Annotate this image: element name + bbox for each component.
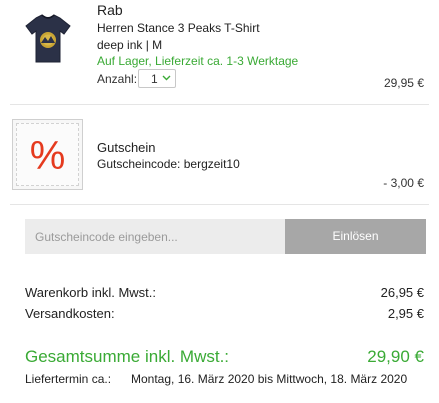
- shipping-value: 2,95 €: [387, 306, 424, 321]
- divider: [10, 204, 429, 205]
- cart-total-value: 26,95 €: [380, 285, 424, 300]
- voucher-title: Gutschein: [97, 140, 156, 155]
- coupon-input[interactable]: [25, 219, 285, 254]
- chevron-down-icon: [162, 75, 171, 81]
- shipping-label: Versandkosten:: [25, 306, 115, 321]
- voucher-code: Gutscheincode: bergzeit10: [97, 157, 240, 171]
- product-name[interactable]: Herren Stance 3 Peaks T-Shirt: [97, 21, 260, 35]
- quantity-value: 1: [151, 72, 158, 86]
- voucher-image: %: [12, 119, 83, 190]
- product-price: 29,95 €: [383, 76, 424, 90]
- voucher-amount: - 3,00 €: [383, 176, 424, 190]
- tshirt-icon: [25, 14, 71, 63]
- grand-total-value: 29,90 €: [367, 347, 424, 366]
- product-image[interactable]: [22, 10, 74, 70]
- delivery-date-label: Liefertermin ca.:: [25, 372, 112, 386]
- cart-total-label: Warenkorb inkl. Mwst.:: [25, 285, 156, 300]
- delivery-date-value: Montag, 16. März 2020 bis Mittwoch, 18. …: [131, 372, 408, 386]
- divider: [10, 104, 429, 105]
- grand-total-label: Gesamtsumme inkl. Mwst.:: [25, 347, 230, 366]
- voucher-frame: %: [16, 123, 79, 186]
- percent-icon: %: [29, 134, 66, 178]
- stock-status: Auf Lager, Lieferzeit ca. 1-3 Werktage: [97, 54, 299, 68]
- product-variant: deep ink | M: [97, 38, 163, 52]
- quantity-select[interactable]: 1: [138, 69, 176, 88]
- quantity-label: Anzahl:: [97, 72, 138, 86]
- redeem-button[interactable]: Einlösen: [285, 219, 426, 254]
- product-brand: Rab: [97, 2, 123, 18]
